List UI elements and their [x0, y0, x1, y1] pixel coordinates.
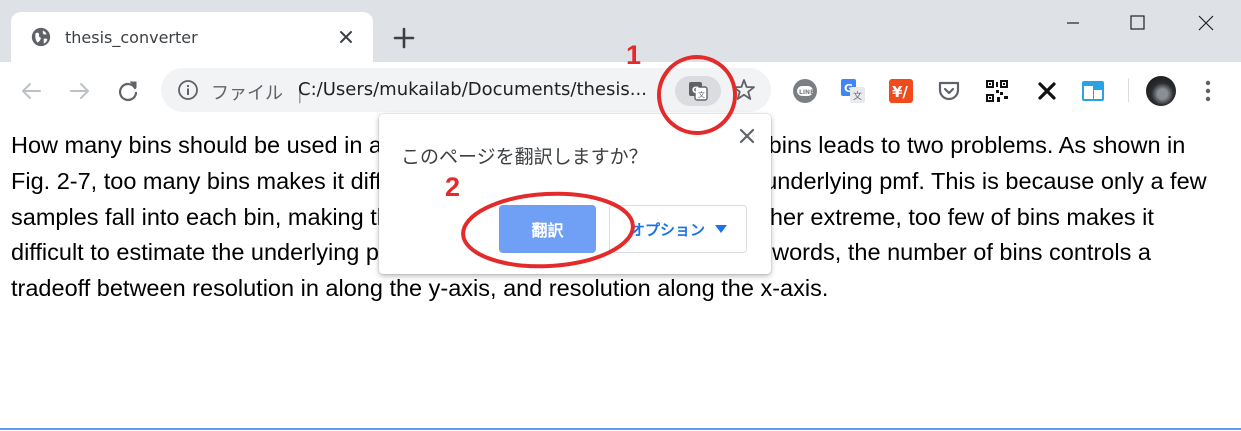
profile-avatar[interactable] [1146, 76, 1176, 106]
browser-toolbar: ファイル | C:/Users/mukailab/Documents/thesi… [0, 62, 1241, 120]
info-icon[interactable] [177, 79, 199, 101]
tab-strip: thesis_converter [0, 0, 1241, 62]
yahoo-icon[interactable]: ¥/ [888, 78, 914, 104]
scheme-text: ファイル [211, 83, 283, 104]
globe-icon [31, 27, 51, 47]
translate-page-button[interactable]: G 文 [675, 76, 721, 106]
svg-text:¥/: ¥/ [892, 83, 908, 101]
qr-code-icon[interactable] [984, 78, 1010, 104]
google-translate-icon[interactable]: G 文 [840, 78, 866, 104]
line-icon[interactable]: LINE [792, 78, 818, 104]
back-arrow-icon[interactable] [16, 76, 46, 106]
bookmark-star-icon[interactable] [731, 77, 757, 103]
toolbar-divider [1128, 78, 1129, 102]
reload-icon[interactable] [113, 76, 143, 106]
annotation-step-2: 2 [445, 172, 461, 202]
x-icon[interactable] [1034, 78, 1060, 104]
popup-title: このページを翻訳しますか？ [401, 146, 648, 168]
more-menu-icon[interactable] [1196, 78, 1220, 104]
popup-close-icon[interactable] [735, 124, 759, 148]
page-bottom-border [0, 428, 1241, 430]
translate-popup: このページを翻訳しますか？ 翻訳 オプション [379, 114, 771, 274]
svg-text:LINE: LINE [799, 89, 814, 96]
forward-arrow-icon[interactable] [65, 76, 95, 106]
pocket-icon[interactable] [936, 78, 962, 104]
minimize-icon[interactable] [1050, 8, 1096, 38]
svg-text:文: 文 [853, 90, 862, 102]
url-text[interactable]: C:/Users/mukailab/Documents/thesis... [298, 79, 660, 100]
new-tab-icon[interactable] [390, 24, 418, 52]
translate-button[interactable]: 翻訳 [499, 205, 596, 253]
translate-icon: G 文 [689, 82, 708, 101]
dropdown-caret-icon [715, 225, 727, 233]
options-button[interactable]: オプション [609, 205, 747, 253]
tab-title: thesis_converter [65, 28, 198, 47]
scheme-label: ファイル | [211, 79, 303, 105]
annotation-step-1: 1 [626, 40, 642, 70]
browser-tab[interactable]: thesis_converter [11, 12, 373, 62]
maximize-icon[interactable] [1114, 8, 1160, 38]
options-label: オプション [630, 221, 706, 239]
window-icon[interactable] [1080, 78, 1106, 104]
address-bar[interactable]: ファイル | C:/Users/mukailab/Documents/thesi… [161, 68, 771, 112]
close-window-icon[interactable] [1183, 8, 1229, 38]
close-tab-icon[interactable] [333, 24, 359, 50]
svg-text:文: 文 [698, 90, 705, 99]
